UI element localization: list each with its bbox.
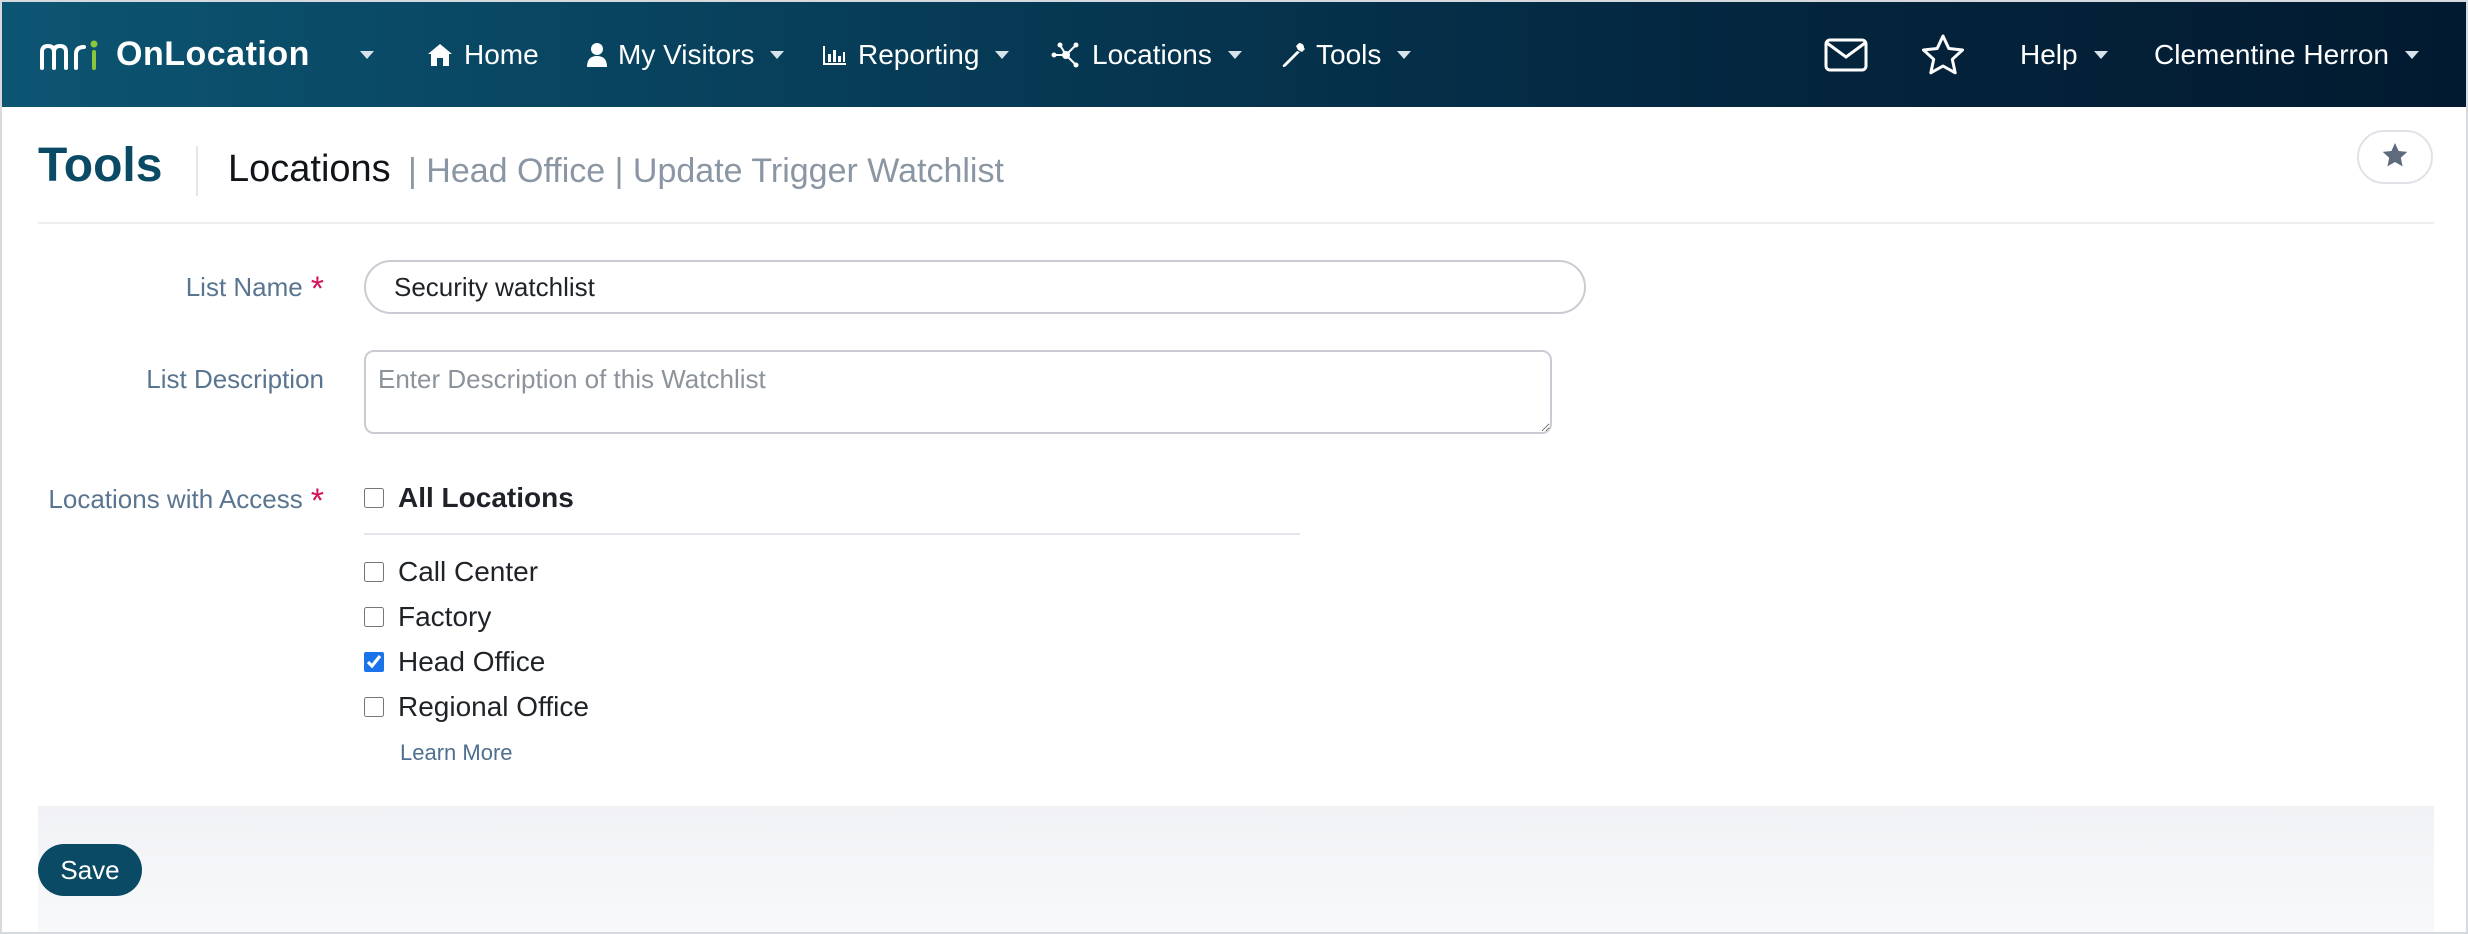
- all-locations-label: All Locations: [398, 482, 574, 513]
- bar-chart-icon: [822, 44, 848, 66]
- home-icon: [426, 42, 454, 68]
- locations-divider: [364, 533, 1300, 535]
- call-center-checkbox[interactable]: [364, 562, 384, 582]
- chevron-down-icon: [2405, 50, 2419, 59]
- nav-tools-label: Tools: [1316, 38, 1382, 70]
- user-menu[interactable]: Clementine Herron: [2154, 2, 2419, 107]
- chevron-down-icon: [1397, 50, 1412, 59]
- save-button[interactable]: Save: [38, 844, 142, 896]
- user-icon: [586, 42, 608, 68]
- all-locations-checkbox[interactable]: [364, 488, 384, 508]
- network-icon: [1050, 42, 1082, 68]
- list-description-label: List Description: [146, 364, 324, 395]
- chevron-down-icon: [995, 50, 1010, 59]
- chevron-down-icon: [770, 50, 785, 59]
- form-footer: [38, 806, 2434, 932]
- user-name-label: Clementine Herron: [2154, 38, 2389, 70]
- nav-my-visitors-label: My Visitors: [618, 38, 755, 70]
- breadcrumb-trail: | Head Office | Update Trigger Watchlist: [408, 152, 1004, 190]
- chevron-down-icon: [1227, 50, 1242, 59]
- star-outline-icon: [1920, 33, 1966, 77]
- factory-checkbox[interactable]: [364, 607, 384, 627]
- list-description-textarea[interactable]: [364, 350, 1552, 434]
- nav-tools[interactable]: Tools: [1280, 2, 1412, 107]
- location-option-factory[interactable]: Factory: [364, 601, 491, 633]
- brand-logo[interactable]: OnLocation: [38, 2, 310, 107]
- location-option-regional-office[interactable]: Regional Office: [364, 691, 589, 723]
- wrench-icon: [1280, 42, 1306, 68]
- location-label: Head Office: [398, 646, 546, 677]
- location-option-head-office[interactable]: Head Office: [364, 646, 545, 678]
- page-title: Tools: [38, 139, 163, 192]
- nav-locations[interactable]: Locations: [1050, 2, 1242, 107]
- messages-button[interactable]: [1824, 2, 1868, 107]
- envelope-icon: [1824, 38, 1868, 72]
- chevron-down-icon: [2093, 50, 2108, 59]
- nav-reporting-label: Reporting: [858, 38, 980, 70]
- top-navbar: OnLocation Home My Visitors Reporting Lo…: [2, 2, 2466, 107]
- star-icon: [2381, 142, 2409, 173]
- breadcrumb-current: Locations: [228, 148, 391, 190]
- list-name-label-text: List Name: [185, 272, 303, 302]
- help-menu[interactable]: Help: [2020, 2, 2108, 107]
- location-option-call-center[interactable]: Call Center: [364, 556, 538, 588]
- header-divider: [196, 146, 198, 196]
- regional-office-checkbox[interactable]: [364, 697, 384, 717]
- location-label: Regional Office: [398, 691, 589, 722]
- all-locations-option[interactable]: All Locations: [364, 482, 574, 514]
- nav-reporting[interactable]: Reporting: [822, 2, 1010, 107]
- learn-more-link[interactable]: Learn More: [400, 740, 513, 766]
- brand-name: OnLocation: [116, 35, 310, 73]
- chevron-down-icon: [360, 50, 374, 59]
- brand-menu-dropdown[interactable]: [354, 2, 374, 107]
- head-office-checkbox[interactable]: [364, 652, 384, 672]
- location-label: Factory: [398, 601, 492, 632]
- nav-home[interactable]: Home: [426, 2, 539, 107]
- required-marker: *: [310, 270, 324, 308]
- list-description-label-text: List Description: [146, 364, 324, 394]
- list-name-input[interactable]: [364, 260, 1586, 314]
- nav-home-label: Home: [464, 38, 539, 70]
- nav-my-visitors[interactable]: My Visitors: [586, 2, 785, 107]
- add-favorite-button[interactable]: [2357, 130, 2433, 184]
- location-label: Call Center: [398, 556, 539, 587]
- page-header: Tools Locations | Head Office | Update T…: [38, 132, 2434, 224]
- nav-locations-label: Locations: [1092, 38, 1212, 70]
- required-marker: *: [310, 482, 324, 520]
- favorites-button[interactable]: [1920, 2, 1966, 107]
- app-window: OnLocation Home My Visitors Reporting Lo…: [0, 0, 2468, 934]
- locations-access-label-text: Locations with Access: [48, 484, 303, 514]
- locations-access-label: Locations with Access *: [48, 482, 324, 521]
- help-label: Help: [2020, 38, 2078, 70]
- mri-logo-icon: [38, 38, 102, 72]
- list-name-label: List Name *: [186, 270, 324, 309]
